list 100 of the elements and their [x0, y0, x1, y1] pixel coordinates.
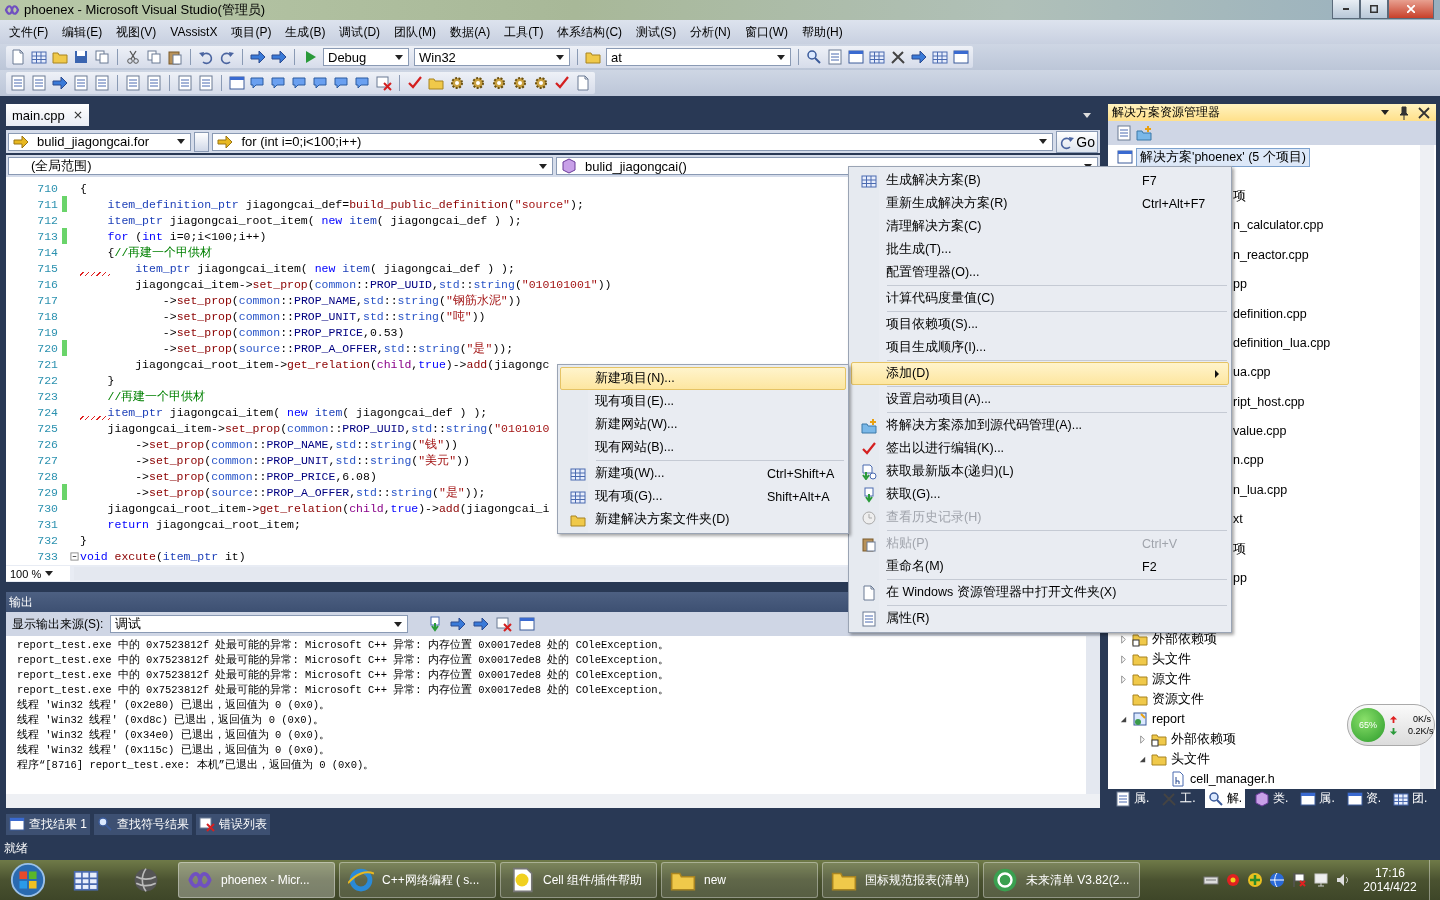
- document-tab[interactable]: main.cpp: [6, 104, 89, 126]
- taskbar-button[interactable]: 未来清单 V3.82(2...: [983, 862, 1140, 898]
- taskbar-button[interactable]: C++网络编程 ( s...: [339, 862, 496, 898]
- panel-tab[interactable]: 解.: [1204, 789, 1246, 808]
- tree-item[interactable]: pp: [1233, 276, 1436, 293]
- tree-item[interactable]: value.cpp: [1233, 423, 1436, 439]
- tree-item[interactable]: n.cpp: [1233, 452, 1436, 469]
- statement-dropdown[interactable]: for (int i=0;i<100;i++): [212, 132, 1054, 151]
- arrow-icon[interactable]: [271, 49, 287, 65]
- arrow-icon[interactable]: [450, 616, 467, 632]
- tree-item[interactable]: xt: [1233, 511, 1436, 528]
- sphere-icon[interactable]: [133, 867, 159, 893]
- taskbar-button[interactable]: phoenex - Micr...: [178, 862, 335, 898]
- tree-item[interactable]: ript_host.cpp: [1233, 393, 1436, 410]
- arrow-icon[interactable]: [52, 75, 68, 91]
- menu-item[interactable]: 数据(A): [443, 23, 498, 41]
- menu-item[interactable]: 新建网站(W)...: [560, 413, 846, 436]
- tree-item[interactable]: n_reactor.cpp: [1233, 246, 1436, 263]
- scissors-icon[interactable]: [125, 49, 141, 65]
- tree-item[interactable]: 外部依赖项: [1152, 630, 1217, 648]
- panel-tab[interactable]: 错误列表: [196, 813, 270, 835]
- menu-item[interactable]: 测试(S): [629, 23, 684, 41]
- source-dropdown[interactable]: 调试: [110, 615, 409, 633]
- tree-item[interactable]: cell_manager.h: [1190, 772, 1275, 786]
- speech-bubble-icon[interactable]: [271, 75, 287, 91]
- close-icon[interactable]: [1416, 104, 1432, 121]
- taskbar-button[interactable]: 国标规范报表(清单): [822, 862, 979, 898]
- tree-item[interactable]: report: [1152, 712, 1185, 726]
- menu-item[interactable]: 调试(D): [332, 23, 388, 41]
- cross-icon[interactable]: [376, 75, 392, 91]
- menu-item[interactable]: 重新生成解决方案(R) Ctrl+Alt+F7: [851, 192, 1229, 215]
- clipboard-icon[interactable]: [167, 49, 183, 65]
- dot-icon[interactable]: [1225, 872, 1241, 888]
- speech-bubble-icon[interactable]: [292, 75, 308, 91]
- panel-tab[interactable]: 资.: [1343, 789, 1385, 808]
- undo-icon[interactable]: [198, 49, 214, 65]
- menu-item[interactable]: 将解决方案添加到源代码管理(A)...: [851, 414, 1229, 437]
- menu-item[interactable]: 属性(R): [851, 607, 1229, 630]
- menu-item[interactable]: 新建项(W)... Ctrl+Shift+A: [560, 462, 846, 485]
- menu-item[interactable]: 清理解决方案(C): [851, 215, 1229, 238]
- gear-icon[interactable]: [491, 75, 507, 91]
- globe-icon[interactable]: [1269, 872, 1285, 888]
- menu-item[interactable]: 设置启动项目(A)...: [851, 388, 1229, 411]
- check-icon[interactable]: [554, 75, 570, 91]
- menu-item[interactable]: 团队(M): [387, 23, 444, 41]
- menu-item[interactable]: 项目依赖项(S)...: [851, 313, 1229, 336]
- panel-tab[interactable]: 属.: [1297, 789, 1338, 808]
- go-button[interactable]: Go: [1056, 130, 1098, 153]
- scope-dropdown[interactable]: bulid_jiagongcai.for: [8, 132, 191, 151]
- grid-icon[interactable]: [869, 49, 885, 65]
- window-icon[interactable]: [848, 49, 864, 65]
- menu-item[interactable]: 获取(G)...: [851, 483, 1229, 506]
- menu-item[interactable]: 新建项目(N)...: [560, 367, 846, 390]
- tree-item[interactable]: 项: [1233, 188, 1436, 204]
- gear-icon[interactable]: [449, 75, 465, 91]
- close-icon[interactable]: [72, 110, 83, 120]
- window-icon[interactable]: [229, 75, 245, 91]
- tree-item[interactable]: 解决方案'phoenex' (5 个项目): [1136, 147, 1310, 167]
- page-icon[interactable]: [10, 49, 26, 65]
- panel-tab[interactable]: 类.: [1251, 789, 1292, 808]
- speaker-icon[interactable]: [1335, 872, 1351, 888]
- arrow-icon[interactable]: [473, 616, 490, 632]
- menu-item[interactable]: 项目(P): [224, 23, 279, 41]
- menu-item[interactable]: 添加(D): [851, 362, 1229, 385]
- panel-tab[interactable]: 团.: [1390, 789, 1431, 808]
- plus-icon[interactable]: [1247, 872, 1263, 888]
- arrow-icon[interactable]: [250, 49, 266, 65]
- platform-dropdown[interactable]: Win32: [414, 48, 570, 66]
- panel-tab[interactable]: 查找结果 1: [6, 813, 90, 835]
- maximize-button[interactable]: [1360, 0, 1388, 19]
- tree-item[interactable]: 项: [1233, 540, 1436, 557]
- menu-item[interactable]: 编辑(E): [55, 23, 110, 41]
- configuration-dropdown[interactable]: Debug: [323, 48, 409, 66]
- horizontal-scrollbar[interactable]: [6, 794, 1100, 808]
- monitor-icon[interactable]: [1313, 872, 1329, 888]
- find-dropdown[interactable]: at: [606, 48, 791, 66]
- expanded-arrow-icon[interactable]: [1118, 714, 1128, 724]
- menu-item[interactable]: VAssistX: [163, 25, 225, 39]
- menu-item[interactable]: 体系结构(C): [550, 23, 630, 41]
- tree-item[interactable]: definition_lua.cpp: [1233, 334, 1436, 351]
- menu-item[interactable]: 现有项(G)... Shift+Alt+A: [560, 485, 846, 508]
- tree-item[interactable]: 头文件: [1152, 650, 1191, 668]
- context-dropdown[interactable]: (全局范围): [8, 157, 553, 175]
- panel-tab[interactable]: 查找符号结果: [94, 813, 192, 835]
- speech-bubble-icon[interactable]: [250, 75, 266, 91]
- panel-tab[interactable]: 工.: [1158, 789, 1199, 808]
- check-icon[interactable]: [407, 75, 423, 91]
- close-button[interactable]: [1388, 0, 1434, 19]
- gear-icon[interactable]: [533, 75, 549, 91]
- taskbar-button[interactable]: Cell 组件/插件帮助: [500, 862, 657, 898]
- spin-button[interactable]: [193, 131, 210, 152]
- arrow-icon[interactable]: [911, 49, 927, 65]
- menu-item[interactable]: 配置管理器(O)...: [851, 261, 1229, 284]
- tree-item[interactable]: n_lua.cpp: [1233, 481, 1436, 498]
- menu-item[interactable]: 窗口(W): [737, 23, 796, 41]
- menu-item[interactable]: 计算代码度量值(C): [851, 287, 1229, 310]
- menu-item[interactable]: 批生成(T)...: [851, 238, 1229, 261]
- flag-icon[interactable]: [1291, 872, 1307, 888]
- tree-item[interactable]: 源文件: [1152, 670, 1191, 688]
- menu-item[interactable]: 现有网站(B)...: [560, 436, 846, 459]
